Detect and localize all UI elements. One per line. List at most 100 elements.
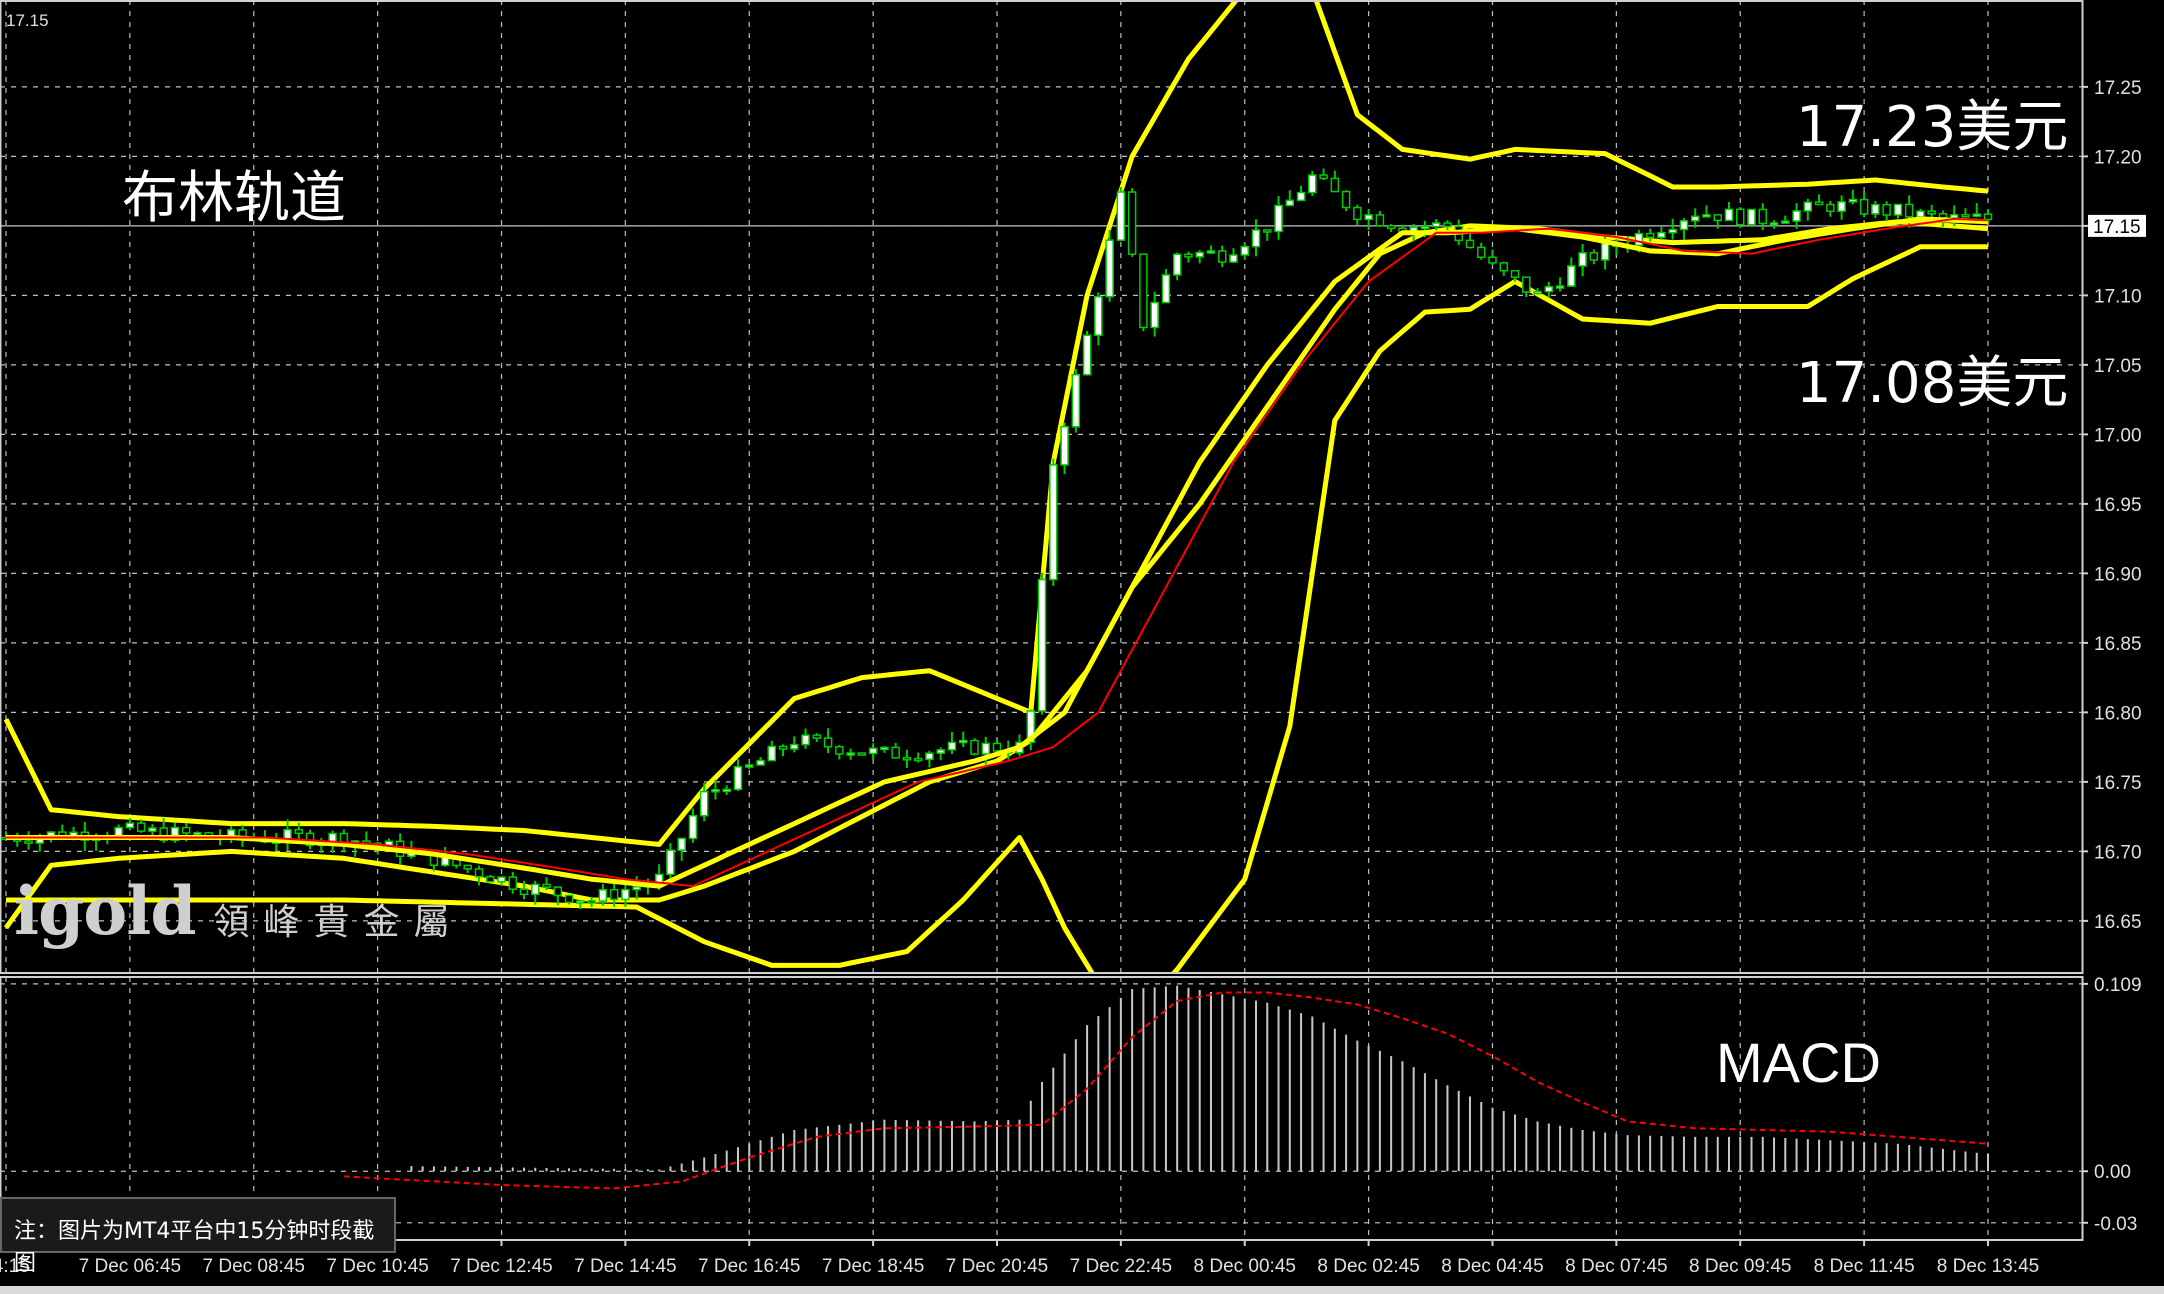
corner-price-label: 17.15	[6, 11, 49, 30]
candle-body	[463, 864, 472, 870]
candle-body	[1071, 373, 1081, 428]
candle-body	[1375, 214, 1385, 227]
candle-body	[1567, 265, 1576, 287]
candle-body	[880, 746, 889, 751]
candle-body	[1949, 214, 1959, 219]
candle-body	[1826, 203, 1835, 212]
time-tick-label: 8 Dec 11:45	[1814, 1256, 1915, 1277]
candle-body	[1668, 228, 1677, 234]
candle-body	[1353, 206, 1362, 221]
candle-body	[666, 849, 675, 876]
candle-body	[609, 889, 619, 901]
candle-body	[531, 883, 540, 896]
time-tick-label: 7 Dec 12:45	[450, 1256, 552, 1277]
bottom-scrollbar[interactable]	[0, 1286, 2164, 1294]
note-text: 注：图片为MT4平台中15分钟时段截图	[14, 1219, 375, 1276]
candle-body	[1702, 214, 1711, 218]
candle-body	[1094, 295, 1103, 336]
candle-body	[1893, 203, 1903, 216]
candle-body	[1983, 213, 1993, 221]
candle-body	[294, 828, 304, 835]
time-tick-label: 8 Dec 04:45	[1441, 1256, 1543, 1277]
candle-body	[1195, 251, 1204, 258]
candle-body	[1690, 215, 1700, 222]
candle-body	[1972, 213, 1981, 217]
price-tick-label: 17.25	[2094, 78, 2142, 99]
candle-body	[1139, 253, 1148, 329]
igold-logo: igold 領峰貴金屬	[14, 872, 463, 950]
candle-body	[699, 790, 709, 817]
candle-body	[1431, 222, 1441, 228]
price-tick-label: 17.05	[2094, 356, 2142, 377]
candle-body	[1217, 250, 1227, 263]
candle-body	[1555, 285, 1565, 289]
logo-main: igold	[14, 872, 196, 950]
time-tick-label: 7 Dec 20:45	[946, 1256, 1048, 1277]
candle-body	[632, 886, 641, 891]
candle-body	[1904, 203, 1914, 218]
candle-body	[992, 742, 1002, 752]
time-tick-label: 7 Dec 14:45	[574, 1256, 676, 1277]
candle-body	[1657, 231, 1666, 239]
candle-body	[1645, 232, 1655, 239]
macd-tick-label: 0.00	[2094, 1162, 2131, 1183]
candle-body	[947, 741, 957, 751]
macd-label: MACD	[1716, 1031, 1881, 1094]
candle-body	[677, 837, 686, 851]
price-tick-label: 17.10	[2094, 286, 2142, 307]
candle-body	[1803, 201, 1813, 212]
candle-body	[1476, 246, 1486, 258]
candle-body	[756, 759, 765, 766]
candle-body	[1679, 220, 1689, 231]
candle-body	[1105, 239, 1114, 298]
candle-body	[1781, 220, 1790, 224]
candle-body	[1082, 334, 1092, 376]
candle-body	[925, 752, 934, 761]
note-box: 注：图片为MT4平台中15分钟时段截图	[0, 1197, 396, 1276]
candle-body	[576, 900, 585, 904]
candle-body	[1049, 464, 1058, 581]
candle-body	[745, 764, 754, 768]
price-tick-label: 16.80	[2094, 703, 2142, 724]
time-tick-label: 8 Dec 02:45	[1317, 1256, 1419, 1277]
candle-body	[497, 876, 506, 883]
candle-body	[1150, 301, 1159, 329]
macd-tick-label: -0.03	[2094, 1214, 2137, 1235]
candle-body	[1251, 229, 1261, 248]
candle-body	[1296, 191, 1306, 202]
candle-body	[812, 734, 822, 739]
candle-body	[857, 752, 867, 756]
candle-body	[1848, 198, 1858, 203]
time-tick-label: 8 Dec 09:45	[1689, 1256, 1791, 1277]
candle-body	[1600, 242, 1610, 261]
candle-body	[24, 840, 33, 844]
candle-body	[733, 765, 743, 791]
candle-body	[125, 822, 135, 829]
price-tick-label: 17.00	[2094, 425, 2142, 446]
candle-body	[1747, 208, 1756, 226]
candle-body	[970, 739, 979, 755]
candle-body	[1510, 269, 1520, 278]
candle-body	[1443, 222, 1452, 228]
candle-body	[1522, 276, 1531, 293]
candle-body	[1927, 210, 1936, 215]
candle-body	[1634, 232, 1644, 247]
candle-body	[193, 832, 202, 836]
candle-body	[1724, 208, 1734, 222]
candle-body	[1240, 245, 1249, 256]
candle-body	[148, 827, 157, 832]
candle-body	[1037, 578, 1047, 712]
logo-sub: 領峰貴金屬	[213, 902, 464, 943]
candle-body	[1319, 174, 1328, 180]
candle-body	[1274, 204, 1283, 233]
candle-body	[136, 822, 146, 832]
upper-price-label: 17.23美元	[1796, 95, 2069, 160]
candle-body	[542, 883, 551, 888]
candle-body	[1859, 198, 1869, 215]
candle-body	[1769, 222, 1779, 226]
candle-body	[474, 868, 484, 878]
time-tick-label: 8 Dec 13:45	[1937, 1256, 2039, 1277]
time-tick-label: 8 Dec 07:45	[1565, 1256, 1667, 1277]
price-tick-label: 16.65	[2094, 912, 2142, 933]
price-tick-label: 16.95	[2094, 495, 2142, 516]
